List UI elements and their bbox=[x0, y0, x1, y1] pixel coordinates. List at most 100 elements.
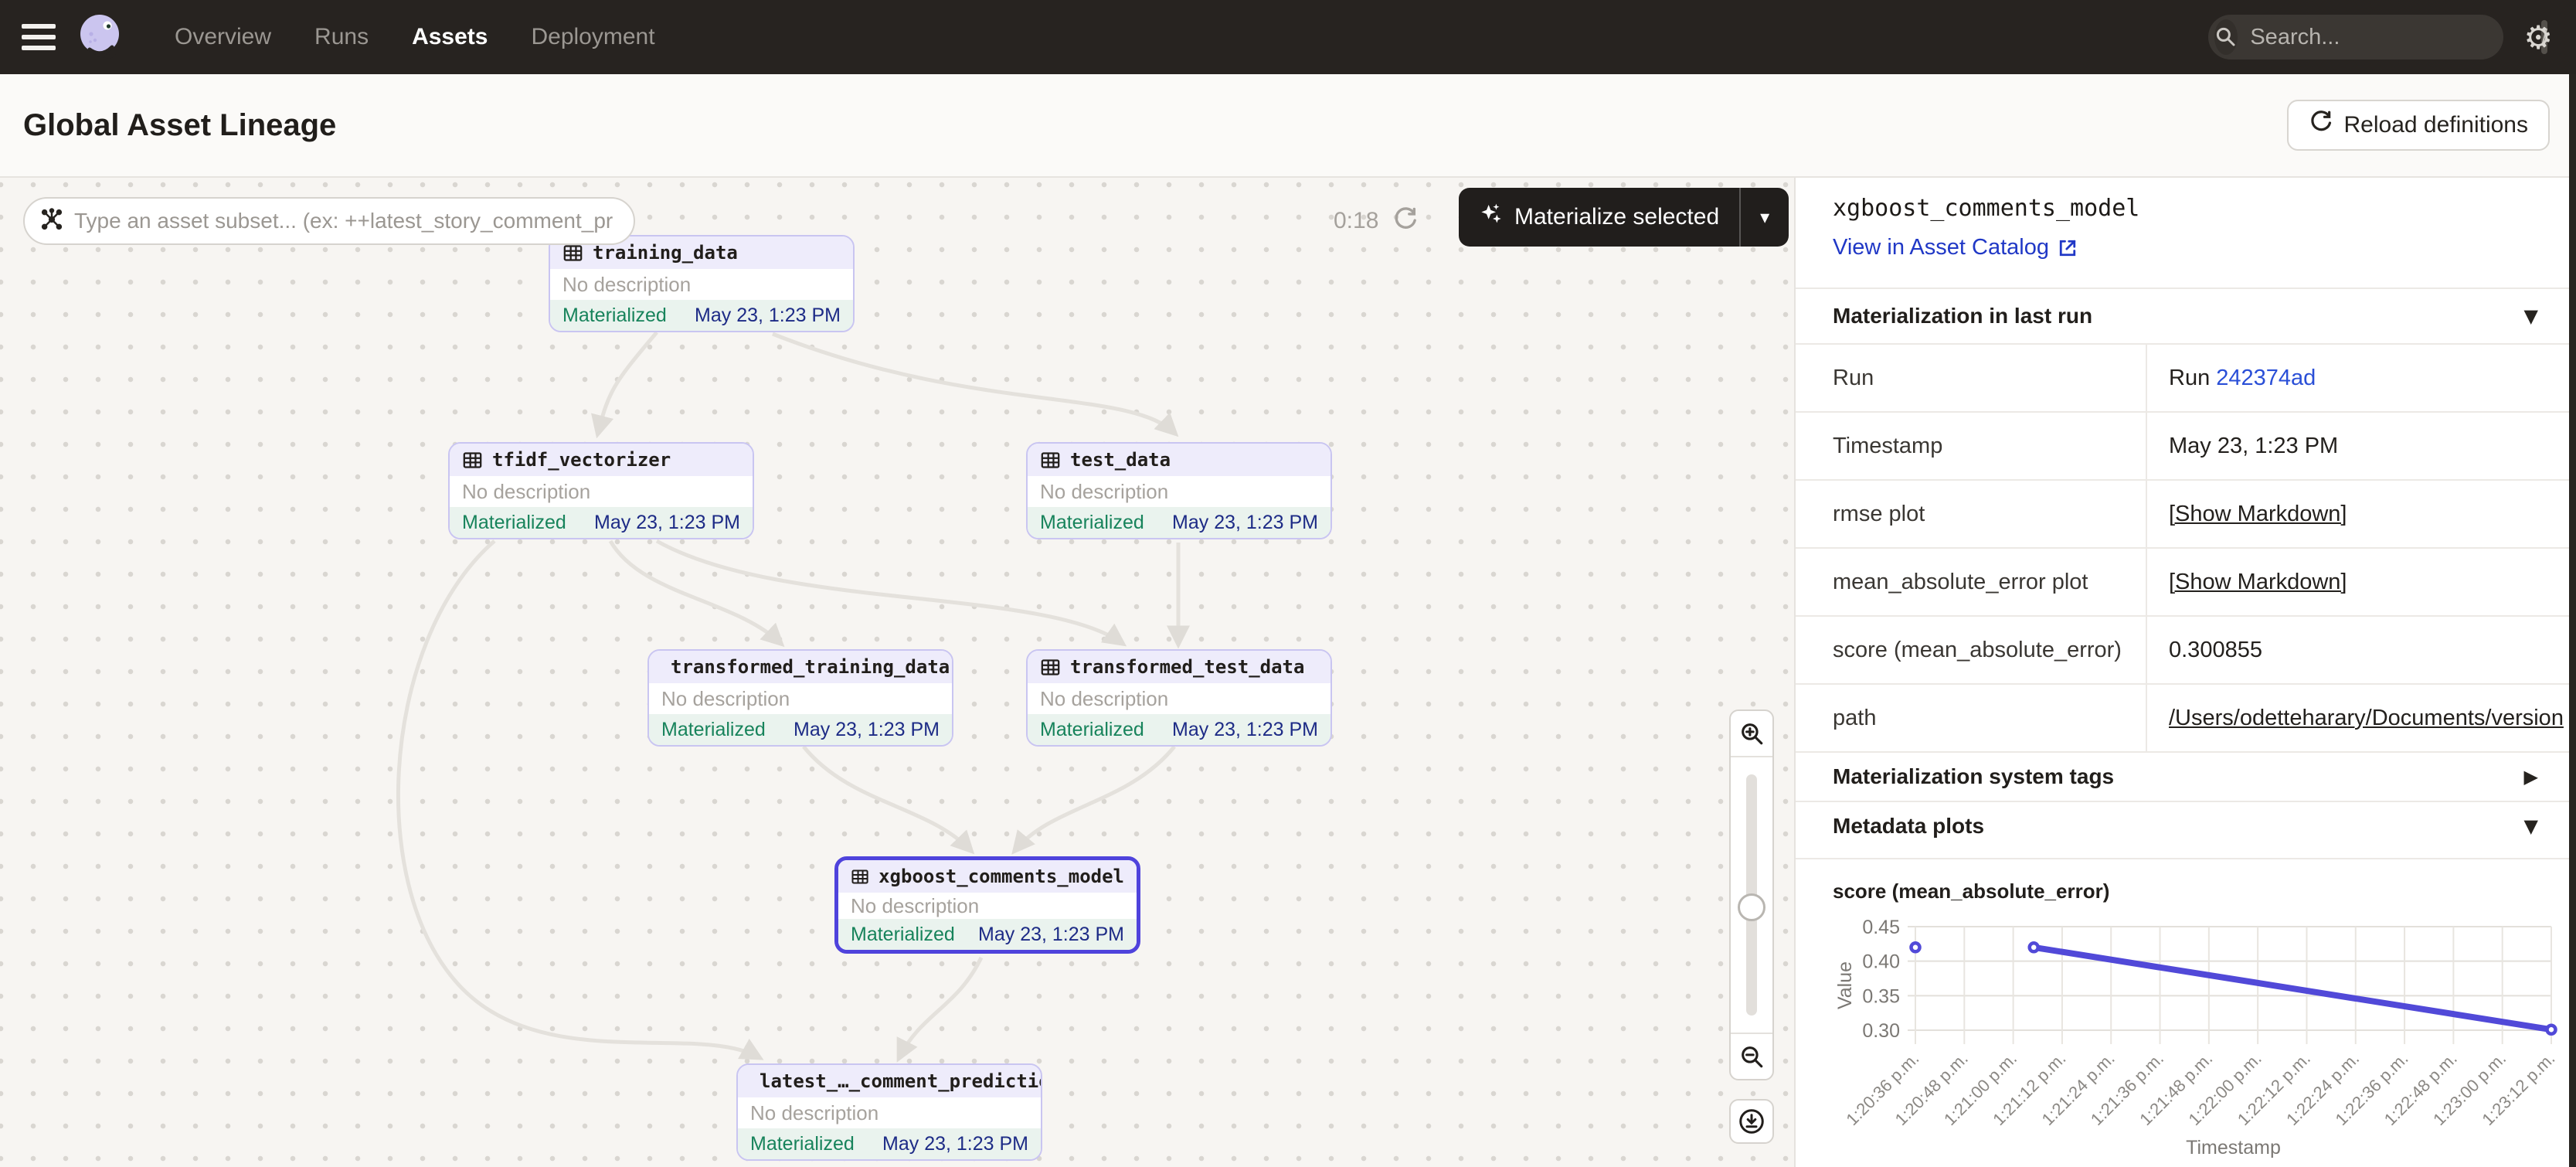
chevron-down-icon: ▾ bbox=[1760, 206, 1769, 228]
refresh-icon[interactable] bbox=[1392, 206, 1419, 236]
refresh-countdown: 0:18 bbox=[1334, 208, 1378, 234]
asset-name: tfidf_vectorizer bbox=[492, 449, 671, 471]
svg-text:0.45: 0.45 bbox=[1862, 917, 1900, 938]
zoom-out-icon bbox=[1738, 1043, 1765, 1070]
asset-node-transformed-training-data[interactable]: transformed_training_data No description… bbox=[647, 649, 953, 747]
metadata-plot-title: score (mean_absolute_error) bbox=[1796, 858, 2569, 903]
asset-name: transformed_training_data bbox=[671, 656, 950, 678]
section-label: Metadata plots bbox=[1833, 814, 1984, 839]
table-row-mae-plot: mean_absolute_error plot [Show Markdown] bbox=[1796, 547, 2569, 615]
section-materialization-system-tags[interactable]: Materialization system tags ▶ bbox=[1796, 751, 2569, 801]
nav-item-deployment[interactable]: Deployment bbox=[531, 24, 654, 50]
top-nav: Overview Runs Assets Deployment / ⚙ bbox=[0, 0, 2576, 74]
asset-node-xgboost-comments-model[interactable]: xgboost_comments_model No description Ma… bbox=[834, 856, 1140, 954]
row-label: Timestamp bbox=[1796, 413, 2146, 479]
asset-node-tfidf-vectorizer[interactable]: tfidf_vectorizer No description Material… bbox=[448, 442, 754, 539]
materialization-time[interactable]: May 23, 1:23 PM bbox=[1172, 719, 1318, 741]
catalog-link-label: View in Asset Catalog bbox=[1833, 235, 2049, 260]
run-id-link[interactable]: 242374ad bbox=[2216, 366, 2316, 391]
global-search[interactable]: / bbox=[2208, 15, 2503, 60]
node-footer: Materialized May 23, 1:23 PM bbox=[1028, 714, 1330, 745]
search-input[interactable] bbox=[2238, 25, 2541, 50]
nav-item-overview[interactable]: Overview bbox=[175, 24, 271, 50]
zoom-controls bbox=[1729, 709, 1774, 1080]
graph-refresh-status: 0:18 bbox=[1334, 197, 1419, 245]
svg-text:Timestamp: Timestamp bbox=[2186, 1137, 2281, 1158]
node-header: transformed_test_data bbox=[1028, 651, 1330, 683]
section-metadata-plots[interactable]: Metadata plots ▼ bbox=[1796, 801, 2569, 850]
asset-node-test-data[interactable]: test_data No description Materialized Ma… bbox=[1026, 442, 1332, 539]
sparkle-icon bbox=[1479, 202, 1504, 233]
node-footer: Materialized May 23, 1:23 PM bbox=[738, 1128, 1041, 1159]
node-header: xgboost_comments_model bbox=[838, 860, 1137, 893]
materialization-time[interactable]: May 23, 1:23 PM bbox=[594, 512, 740, 534]
asset-name: training_data bbox=[593, 242, 738, 264]
asset-node-latest-comment-predictions[interactable]: latest_…_comment_predictions No descript… bbox=[736, 1063, 1042, 1161]
svg-text:0.40: 0.40 bbox=[1862, 951, 1900, 973]
asset-name: transformed_test_data bbox=[1070, 656, 1304, 678]
asset-name: latest_…_comment_predictions bbox=[760, 1070, 1042, 1092]
asset-description: No description bbox=[550, 269, 853, 300]
page-title: Global Asset Lineage bbox=[23, 108, 336, 143]
chevron-down-icon: ▼ bbox=[2524, 815, 2538, 837]
node-footer: Materialized May 23, 1:23 PM bbox=[838, 919, 1137, 950]
zoom-in-button[interactable] bbox=[1731, 711, 1772, 756]
dagster-logo-icon[interactable] bbox=[76, 11, 125, 64]
show-markdown-link[interactable]: [Show Markdown] bbox=[2169, 502, 2347, 527]
node-header: transformed_training_data bbox=[649, 651, 952, 683]
row-value: 0.300855 bbox=[2146, 617, 2569, 683]
status-badge: Materialized bbox=[1040, 719, 1144, 741]
zoom-slider[interactable] bbox=[1731, 756, 1772, 1034]
reload-label: Reload definitions bbox=[2344, 112, 2529, 138]
download-icon bbox=[1738, 1107, 1765, 1135]
svg-text:0.30: 0.30 bbox=[1862, 1020, 1900, 1042]
asset-description: No description bbox=[1028, 683, 1330, 714]
materialize-dropdown-toggle[interactable]: ▾ bbox=[1739, 188, 1789, 247]
asset-subset-input[interactable] bbox=[74, 209, 618, 233]
panel-asset-name: xgboost_comments_model bbox=[1833, 195, 2139, 222]
row-label: path bbox=[1796, 685, 2146, 751]
node-footer: Materialized May 23, 1:23 PM bbox=[450, 507, 753, 538]
nav-item-runs[interactable]: Runs bbox=[314, 24, 369, 50]
section-materialization-in-last-run[interactable]: Materialization in last run ▼ bbox=[1796, 287, 2569, 343]
table-row-run: Run Run 242374ad bbox=[1796, 343, 2569, 411]
reload-definitions-button[interactable]: Reload definitions bbox=[2287, 100, 2551, 151]
zoom-out-button[interactable] bbox=[1731, 1034, 1772, 1079]
materialization-time[interactable]: May 23, 1:23 PM bbox=[1172, 512, 1318, 534]
table-row-score: score (mean_absolute_error) 0.300855 bbox=[1796, 615, 2569, 683]
table-icon bbox=[1040, 657, 1061, 678]
materialization-time[interactable]: May 23, 1:23 PM bbox=[794, 719, 940, 741]
asset-lineage-graph[interactable]: 0:18 Materialize selected ▾ bbox=[0, 178, 1794, 1167]
zoom-slider-handle[interactable] bbox=[1738, 893, 1765, 921]
row-label: mean_absolute_error plot bbox=[1796, 549, 2146, 615]
row-value: [Show Markdown] bbox=[2146, 549, 2569, 615]
table-row-path: path /Users/odetteharary/Documents/versi… bbox=[1796, 683, 2569, 751]
materialize-selected-button[interactable]: Materialize selected ▾ bbox=[1459, 188, 1789, 247]
node-footer: Materialized May 23, 1:23 PM bbox=[649, 714, 952, 745]
row-value: Run 242374ad bbox=[2146, 345, 2569, 411]
gear-icon[interactable]: ⚙ bbox=[2523, 19, 2553, 56]
node-header: latest_…_comment_predictions bbox=[738, 1065, 1041, 1097]
asset-description: No description bbox=[649, 683, 952, 714]
node-header: tfidf_vectorizer bbox=[450, 444, 753, 476]
view-in-asset-catalog-link[interactable]: View in Asset Catalog bbox=[1833, 235, 2078, 260]
download-image-button[interactable] bbox=[1729, 1099, 1774, 1144]
status-badge: Materialized bbox=[750, 1133, 855, 1155]
asset-subset-filter[interactable] bbox=[23, 197, 635, 245]
table-icon bbox=[851, 866, 869, 887]
show-markdown-link[interactable]: [Show Markdown] bbox=[2169, 570, 2347, 595]
row-label: Run bbox=[1796, 345, 2146, 411]
asset-node-training-data[interactable]: training_data No description Materialize… bbox=[549, 235, 855, 332]
status-badge: Materialized bbox=[851, 924, 955, 946]
materialization-time[interactable]: May 23, 1:23 PM bbox=[695, 305, 841, 327]
materialization-time[interactable]: May 23, 1:23 PM bbox=[978, 924, 1124, 946]
nav-item-assets[interactable]: Assets bbox=[412, 24, 488, 50]
path-link[interactable]: /Users/odetteharary/Documents/version bbox=[2169, 706, 2564, 731]
asset-node-transformed-test-data[interactable]: transformed_test_data No description Mat… bbox=[1026, 649, 1332, 747]
reload-icon bbox=[2309, 110, 2333, 141]
hamburger-menu-icon[interactable] bbox=[22, 24, 56, 50]
status-badge: Materialized bbox=[661, 719, 766, 741]
external-link-icon bbox=[2057, 237, 2078, 259]
materialization-time[interactable]: May 23, 1:23 PM bbox=[882, 1133, 1028, 1155]
run-prefix: Run bbox=[2169, 366, 2216, 391]
